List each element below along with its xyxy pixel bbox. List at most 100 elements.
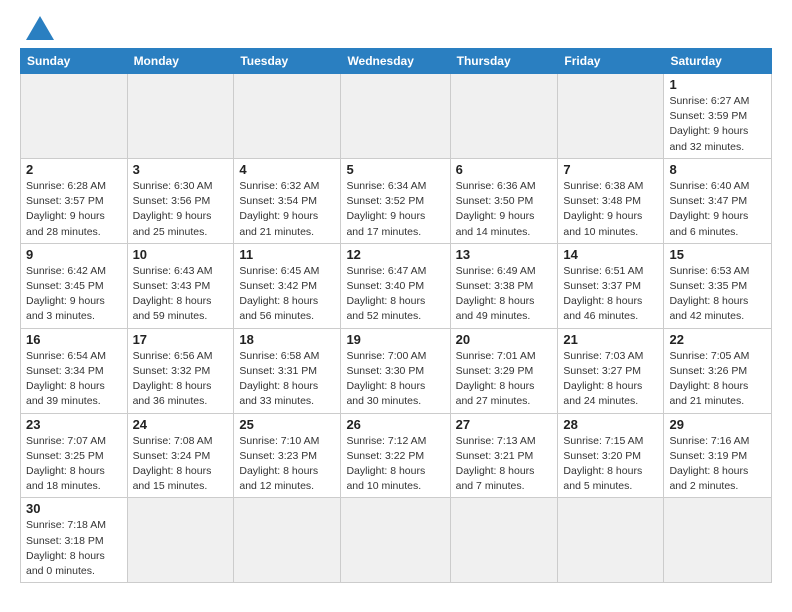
day-number: 13 — [456, 247, 553, 262]
calendar-cell: 30 Sunrise: 7:18 AMSunset: 3:18 PMDayligh… — [21, 498, 128, 583]
calendar-cell — [558, 74, 664, 159]
calendar-cell: 3 Sunrise: 6:30 AMSunset: 3:56 PMDaylight… — [127, 158, 234, 243]
day-info: Sunrise: 7:15 AMSunset: 3:20 PMDaylight:… — [563, 434, 658, 495]
calendar-cell: 17 Sunrise: 6:56 AMSunset: 3:32 PMDayligh… — [127, 328, 234, 413]
calendar-cell — [234, 74, 341, 159]
day-number: 18 — [239, 332, 335, 347]
col-friday: Friday — [558, 49, 664, 74]
calendar-cell: 6 Sunrise: 6:36 AMSunset: 3:50 PMDaylight… — [450, 158, 558, 243]
calendar-cell: 20 Sunrise: 7:01 AMSunset: 3:29 PMDayligh… — [450, 328, 558, 413]
calendar-table: Sunday Monday Tuesday Wednesday Thursday… — [20, 48, 772, 583]
day-info: Sunrise: 6:42 AMSunset: 3:45 PMDaylight:… — [26, 264, 122, 325]
day-info: Sunrise: 7:07 AMSunset: 3:25 PMDaylight:… — [26, 434, 122, 495]
day-number: 11 — [239, 247, 335, 262]
day-info: Sunrise: 6:36 AMSunset: 3:50 PMDaylight:… — [456, 179, 553, 240]
col-tuesday: Tuesday — [234, 49, 341, 74]
col-thursday: Thursday — [450, 49, 558, 74]
day-info: Sunrise: 7:18 AMSunset: 3:18 PMDaylight:… — [26, 518, 122, 579]
day-number: 17 — [133, 332, 229, 347]
calendar-cell: 28 Sunrise: 7:15 AMSunset: 3:20 PMDayligh… — [558, 413, 664, 498]
calendar-cell: 5 Sunrise: 6:34 AMSunset: 3:52 PMDaylight… — [341, 158, 450, 243]
calendar-cell — [664, 498, 772, 583]
calendar-cell — [341, 74, 450, 159]
day-number: 30 — [26, 501, 122, 516]
calendar-cell: 29Sunrise: 7:16 AMSunset: 3:19 PMDayligh… — [664, 413, 772, 498]
day-info: Sunrise: 6:34 AMSunset: 3:52 PMDaylight:… — [346, 179, 444, 240]
day-info: Sunrise: 6:58 AMSunset: 3:31 PMDaylight:… — [239, 349, 335, 410]
col-saturday: Saturday — [664, 49, 772, 74]
day-number: 27 — [456, 417, 553, 432]
day-info: Sunrise: 7:08 AMSunset: 3:24 PMDaylight:… — [133, 434, 229, 495]
calendar-cell — [234, 498, 341, 583]
calendar-cell: 24 Sunrise: 7:08 AMSunset: 3:24 PMDayligh… — [127, 413, 234, 498]
calendar-cell: 11 Sunrise: 6:45 AMSunset: 3:42 PMDayligh… — [234, 243, 341, 328]
calendar-cell: 10 Sunrise: 6:43 AMSunset: 3:43 PMDayligh… — [127, 243, 234, 328]
col-sunday: Sunday — [21, 49, 128, 74]
day-info: Sunrise: 6:54 AMSunset: 3:34 PMDaylight:… — [26, 349, 122, 410]
day-info: Sunrise: 7:05 AMSunset: 3:26 PMDaylight:… — [669, 349, 766, 410]
day-info: Sunrise: 6:32 AMSunset: 3:54 PMDaylight:… — [239, 179, 335, 240]
calendar-cell: 25 Sunrise: 7:10 AMSunset: 3:23 PMDayligh… — [234, 413, 341, 498]
day-number: 5 — [346, 162, 444, 177]
day-info: Sunrise: 7:03 AMSunset: 3:27 PMDaylight:… — [563, 349, 658, 410]
day-number: 29 — [669, 417, 766, 432]
page: Sunday Monday Tuesday Wednesday Thursday… — [0, 0, 792, 593]
calendar-cell: 13Sunrise: 6:49 AMSunset: 3:38 PMDayligh… — [450, 243, 558, 328]
calendar-cell: 27 Sunrise: 7:13 AMSunset: 3:21 PMDayligh… — [450, 413, 558, 498]
calendar-cell: 7 Sunrise: 6:38 AMSunset: 3:48 PMDaylight… — [558, 158, 664, 243]
calendar-cell: 16 Sunrise: 6:54 AMSunset: 3:34 PMDayligh… — [21, 328, 128, 413]
day-number: 12 — [346, 247, 444, 262]
day-info: Sunrise: 6:28 AMSunset: 3:57 PMDaylight:… — [26, 179, 122, 240]
day-number: 19 — [346, 332, 444, 347]
day-info: Sunrise: 7:01 AMSunset: 3:29 PMDaylight:… — [456, 349, 553, 410]
day-number: 20 — [456, 332, 553, 347]
day-info: Sunrise: 6:47 AMSunset: 3:40 PMDaylight:… — [346, 264, 444, 325]
calendar-cell: 2Sunrise: 6:28 AMSunset: 3:57 PMDaylight… — [21, 158, 128, 243]
col-wednesday: Wednesday — [341, 49, 450, 74]
logo-icon — [26, 16, 54, 40]
col-monday: Monday — [127, 49, 234, 74]
calendar-cell: 1Sunrise: 6:27 AMSunset: 3:59 PMDaylight… — [664, 74, 772, 159]
day-info: Sunrise: 7:00 AMSunset: 3:30 PMDaylight:… — [346, 349, 444, 410]
day-info: Sunrise: 6:56 AMSunset: 3:32 PMDaylight:… — [133, 349, 229, 410]
calendar-cell: 26Sunrise: 7:12 AMSunset: 3:22 PMDayligh… — [341, 413, 450, 498]
day-number: 4 — [239, 162, 335, 177]
header — [20, 16, 772, 40]
calendar-cell: 9 Sunrise: 6:42 AMSunset: 3:45 PMDaylight… — [21, 243, 128, 328]
calendar-cell: 12 Sunrise: 6:47 AMSunset: 3:40 PMDayligh… — [341, 243, 450, 328]
day-number: 16 — [26, 332, 122, 347]
day-info: Sunrise: 6:38 AMSunset: 3:48 PMDaylight:… — [563, 179, 658, 240]
day-number: 7 — [563, 162, 658, 177]
calendar-cell: 15Sunrise: 6:53 AMSunset: 3:35 PMDayligh… — [664, 243, 772, 328]
logo — [20, 16, 54, 40]
calendar-cell — [341, 498, 450, 583]
day-number: 10 — [133, 247, 229, 262]
day-info: Sunrise: 6:51 AMSunset: 3:37 PMDaylight:… — [563, 264, 658, 325]
day-number: 6 — [456, 162, 553, 177]
day-number: 24 — [133, 417, 229, 432]
day-number: 15 — [669, 247, 766, 262]
day-info: Sunrise: 7:13 AMSunset: 3:21 PMDaylight:… — [456, 434, 553, 495]
calendar-cell — [127, 498, 234, 583]
day-number: 8 — [669, 162, 766, 177]
day-info: Sunrise: 6:43 AMSunset: 3:43 PMDaylight:… — [133, 264, 229, 325]
calendar-cell — [450, 74, 558, 159]
calendar-cell — [21, 74, 128, 159]
calendar-cell: 14 Sunrise: 6:51 AMSunset: 3:37 PMDayligh… — [558, 243, 664, 328]
calendar-cell: 21Sunrise: 7:03 AMSunset: 3:27 PMDayligh… — [558, 328, 664, 413]
day-info: Sunrise: 6:30 AMSunset: 3:56 PMDaylight:… — [133, 179, 229, 240]
day-number: 3 — [133, 162, 229, 177]
calendar-cell: 19 Sunrise: 7:00 AMSunset: 3:30 PMDayligh… — [341, 328, 450, 413]
calendar-cell — [127, 74, 234, 159]
calendar-cell: 18 Sunrise: 6:58 AMSunset: 3:31 PMDayligh… — [234, 328, 341, 413]
logo-area — [20, 16, 54, 40]
day-info: Sunrise: 6:45 AMSunset: 3:42 PMDaylight:… — [239, 264, 335, 325]
calendar-cell: 4 Sunrise: 6:32 AMSunset: 3:54 PMDaylight… — [234, 158, 341, 243]
day-number: 9 — [26, 247, 122, 262]
day-number: 28 — [563, 417, 658, 432]
day-number: 14 — [563, 247, 658, 262]
day-number: 25 — [239, 417, 335, 432]
day-number: 1 — [669, 77, 766, 92]
day-number: 22 — [669, 332, 766, 347]
day-info: Sunrise: 7:10 AMSunset: 3:23 PMDaylight:… — [239, 434, 335, 495]
